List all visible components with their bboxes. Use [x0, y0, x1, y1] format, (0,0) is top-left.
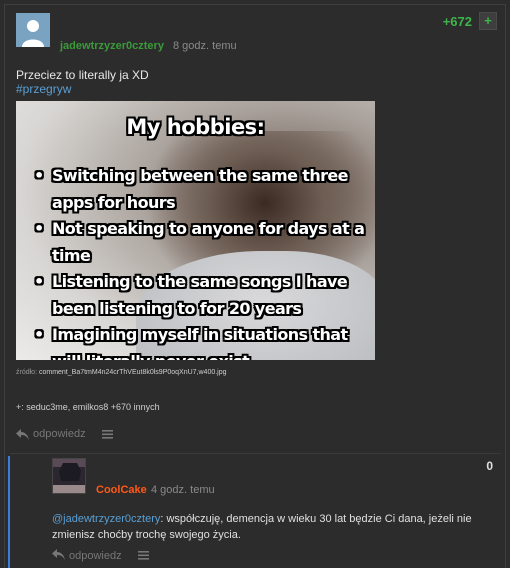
post-image[interactable]: My hobbies: Switching between the same t… — [16, 101, 375, 360]
post-body-text: Przeciez to literally ja XD — [16, 68, 149, 82]
meme-list-item: Not speaking to anyone for days at a tim… — [30, 216, 367, 269]
voters-list[interactable]: +: seduc3me, emilkos8 +670 innych — [16, 402, 160, 412]
upvote-button[interactable]: + — [479, 12, 497, 30]
hashtag-link[interactable]: #przegryw — [16, 82, 71, 96]
comment-vote-count: 0 — [486, 459, 493, 473]
meme-list-item: Switching between the same three apps fo… — [30, 163, 367, 216]
reply-arrow-icon[interactable] — [52, 549, 65, 563]
comment-body-text: @jadewtrzyzer0cztery: współczuję, demenc… — [52, 511, 492, 543]
meme-title: My hobbies: — [126, 115, 265, 139]
post-actions: odpowiedz — [16, 428, 113, 440]
hamburger-menu-icon[interactable] — [137, 550, 149, 563]
meme-list-item: Imagining myself in situations that will… — [30, 322, 367, 360]
post-author-link[interactable]: jadewtrzyzer0cztery — [60, 40, 164, 52]
source-file-link[interactable]: comment_Ba7tmM4n24crThVEut8k0ls9P0oqXnU7… — [39, 369, 227, 376]
comment-mention-link[interactable]: @jadewtrzyzer0cztery — [52, 513, 160, 525]
meme-list-item: Listening to the same songs I have been … — [30, 269, 367, 322]
comment-actions: odpowiedz — [52, 549, 149, 563]
hamburger-menu-icon[interactable] — [101, 429, 113, 439]
comment-author-avatar[interactable] — [52, 458, 86, 494]
meme-list: Switching between the same three apps fo… — [30, 163, 367, 360]
post-timestamp[interactable]: 8 godz. temu — [173, 40, 237, 52]
reply-button[interactable]: odpowiedz — [33, 428, 86, 440]
comment-timestamp[interactable]: 4 godz. temu — [151, 484, 215, 496]
comment-reply-button[interactable]: odpowiedz — [69, 550, 122, 562]
author-avatar[interactable] — [16, 13, 50, 47]
reply-arrow-icon[interactable] — [16, 428, 29, 440]
source-label: źródło: — [16, 369, 38, 376]
reply-thread-rail — [8, 456, 10, 568]
image-source: źródło: comment_Ba7tmM4n24crThVEut8k0ls9… — [16, 369, 227, 376]
vote-count: +672 — [442, 14, 472, 29]
comment-author-link[interactable]: CoolCake — [96, 484, 147, 496]
